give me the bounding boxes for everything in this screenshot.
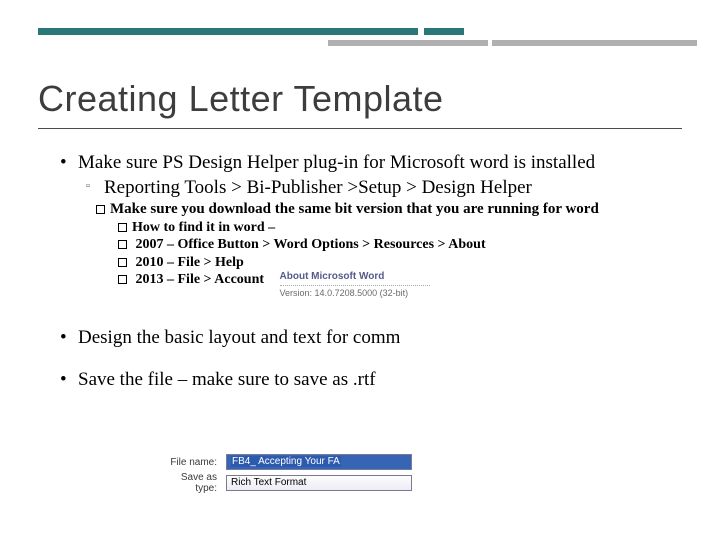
bullet-how-to-find: How to find it in word – xyxy=(118,219,660,237)
filename-label: File name: xyxy=(165,453,223,471)
save-as-dialog-snippet: File name: FB4_ Accepting Your FA Save a… xyxy=(165,453,415,495)
decorative-header-bars xyxy=(38,18,682,48)
checkbox-icon xyxy=(118,223,127,232)
bullet-nav-path: ▫ Reporting Tools > Bi-Publisher >Setup … xyxy=(86,176,660,199)
bullet-text: Save the file – make sure to save as .rt… xyxy=(78,369,660,391)
bullet-install-plugin: • Make sure PS Design Helper plug-in for… xyxy=(60,152,660,174)
bullet-text: 2013 – File > Account xyxy=(132,272,264,287)
bullet-bit-version-note: Make sure you download the same bit vers… xyxy=(96,200,660,219)
checkbox-icon xyxy=(118,275,127,284)
checkbox-icon xyxy=(118,258,127,267)
bullet-text: Design the basic layout and text for com… xyxy=(78,327,660,349)
bullet-2013-path: 2013 – File > Account About Microsoft Wo… xyxy=(118,271,660,299)
bullet-design-layout: • Design the basic layout and text for c… xyxy=(60,327,660,349)
bullet-text: 2007 – Office Button > Word Options > Re… xyxy=(132,237,486,252)
bullet-text: Make sure you download the same bit vers… xyxy=(110,201,599,217)
checkbox-icon xyxy=(118,240,127,249)
bullet-text: 2010 – File > Help xyxy=(132,255,244,270)
filename-value: FB4_ Accepting Your FA xyxy=(231,456,341,467)
filename-field[interactable]: FB4_ Accepting Your FA xyxy=(226,454,412,470)
slide-body: • Make sure PS Design Helper plug-in for… xyxy=(60,152,660,394)
bullet-text: Reporting Tools > Bi-Publisher >Setup > … xyxy=(104,176,660,199)
bullet-2010-path: 2010 – File > Help xyxy=(118,254,660,272)
saveastype-label: Save as type: xyxy=(165,471,223,495)
slide-title: Creating Letter Template xyxy=(38,78,444,120)
saveastype-field[interactable]: Rich Text Format xyxy=(226,475,412,491)
bullet-save-rtf: • Save the file – make sure to save as .… xyxy=(60,369,660,391)
slide: Creating Letter Template • Make sure PS … xyxy=(0,0,720,540)
about-word-version: Version: 14.0.7208.5000 (32-bit) xyxy=(280,288,430,299)
checkbox-icon xyxy=(96,205,105,214)
about-word-snippet: About Microsoft Word Version: 14.0.7208.… xyxy=(280,271,430,299)
bullet-text: Make sure PS Design Helper plug-in for M… xyxy=(78,152,660,174)
bullet-text: How to find it in word – xyxy=(132,220,275,235)
bullet-2007-path: 2007 – Office Button > Word Options > Re… xyxy=(118,236,660,254)
about-word-heading: About Microsoft Word xyxy=(280,271,430,286)
title-underline xyxy=(38,128,682,129)
saveastype-value: Rich Text Format xyxy=(231,477,306,488)
